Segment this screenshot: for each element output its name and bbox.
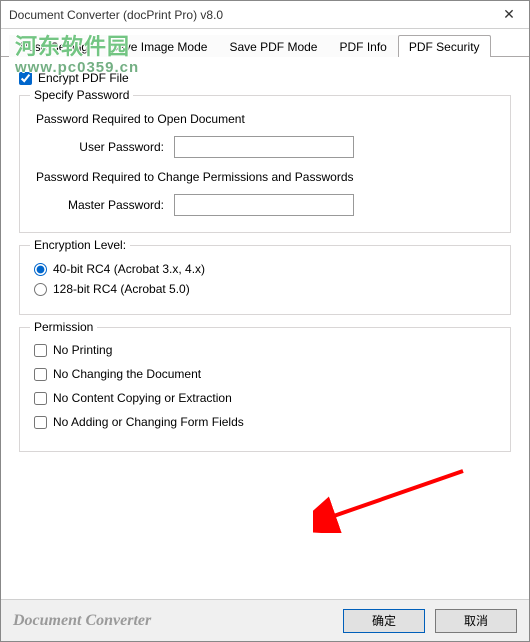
dialog-footer: Document Converter 确定 取消 (1, 599, 529, 641)
tab-pdf-security[interactable]: PDF Security (398, 35, 491, 57)
label-no-printing: No Printing (53, 343, 112, 357)
tab-pdf-info[interactable]: PDF Info (328, 35, 397, 57)
close-button[interactable]: ✕ (489, 1, 529, 29)
tab-base-setting[interactable]: Base Setting (9, 35, 99, 57)
legend-permission: Permission (30, 320, 97, 334)
user-password-input[interactable] (174, 136, 354, 158)
checkbox-no-printing[interactable] (34, 344, 47, 357)
radio-40bit-label: 40-bit RC4 (Acrobat 3.x, 4.x) (53, 262, 205, 276)
encrypt-pdf-label: Encrypt PDF File (38, 71, 129, 85)
label-no-copying: No Content Copying or Extraction (53, 391, 232, 405)
radio-128bit-label: 128-bit RC4 (Acrobat 5.0) (53, 282, 190, 296)
window-title: Document Converter (docPrint Pro) v8.0 (9, 8, 489, 22)
group-permission: Permission No Printing No Changing the D… (19, 327, 511, 452)
titlebar: Document Converter (docPrint Pro) v8.0 ✕ (1, 1, 529, 29)
tabstrip: Base Setting Save Image Mode Save PDF Mo… (1, 31, 529, 57)
radio-40bit[interactable] (34, 263, 47, 276)
label-no-forms: No Adding or Changing Form Fields (53, 415, 244, 429)
checkbox-no-copying[interactable] (34, 392, 47, 405)
ok-button[interactable]: 确定 (343, 609, 425, 633)
change-password-text: Password Required to Change Permissions … (36, 170, 496, 184)
tab-save-image-mode[interactable]: Save Image Mode (99, 35, 218, 57)
encrypt-pdf-checkbox[interactable] (19, 72, 32, 85)
user-password-label: User Password: (34, 140, 174, 154)
cancel-button[interactable]: 取消 (435, 609, 517, 633)
checkbox-no-forms[interactable] (34, 416, 47, 429)
close-icon: ✕ (503, 6, 515, 23)
label-no-changing: No Changing the Document (53, 367, 201, 381)
legend-encryption-level: Encryption Level: (30, 238, 130, 252)
annotation-arrow (313, 463, 473, 533)
legend-specify-password: Specify Password (30, 88, 133, 102)
master-password-label: Master Password: (34, 198, 174, 212)
group-specify-password: Specify Password Password Required to Op… (19, 95, 511, 233)
footer-brand: Document Converter (13, 612, 333, 630)
tab-save-pdf-mode[interactable]: Save PDF Mode (218, 35, 328, 57)
radio-128bit[interactable] (34, 283, 47, 296)
group-encryption-level: Encryption Level: 40-bit RC4 (Acrobat 3.… (19, 245, 511, 315)
checkbox-no-changing[interactable] (34, 368, 47, 381)
master-password-input[interactable] (174, 194, 354, 216)
tab-panel-pdf-security: Encrypt PDF File Specify Password Passwo… (1, 57, 529, 470)
open-password-text: Password Required to Open Document (36, 112, 496, 126)
